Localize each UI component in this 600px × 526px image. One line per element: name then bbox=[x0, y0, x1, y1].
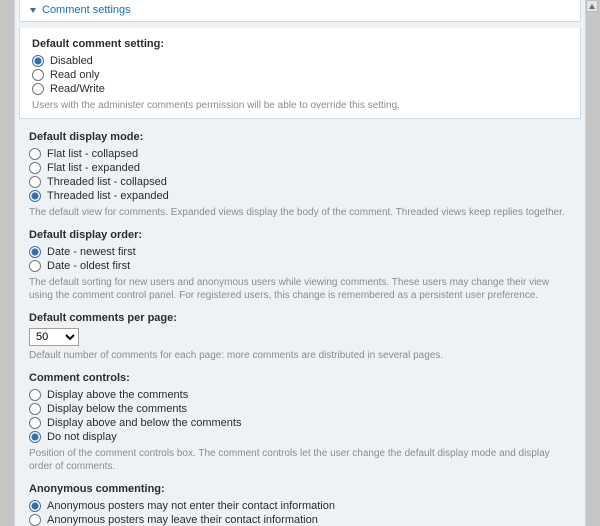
option-threaded-collapsed[interactable]: Threaded list - collapsed bbox=[29, 175, 571, 189]
radio-anon-may-not[interactable] bbox=[29, 500, 41, 512]
option-text: Display above and below the comments bbox=[47, 417, 241, 429]
option-text: Threaded list - collapsed bbox=[47, 176, 167, 188]
chevron-down-icon bbox=[30, 8, 36, 13]
radio-flat-collapsed[interactable] bbox=[29, 148, 41, 160]
option-flat-expanded[interactable]: Flat list - expanded bbox=[29, 161, 571, 175]
option-text: Do not display bbox=[47, 431, 117, 443]
settings-page: Comment settings Default comment setting… bbox=[14, 0, 586, 526]
option-date-newest[interactable]: Date - newest first bbox=[29, 245, 571, 259]
per-page-label: Default comments per page: bbox=[29, 312, 571, 324]
option-flat-collapsed[interactable]: Flat list - collapsed bbox=[29, 147, 571, 161]
radio-flat-expanded[interactable] bbox=[29, 162, 41, 174]
radio-read-only[interactable] bbox=[32, 69, 44, 81]
display-order-hint: The default sorting for new users and an… bbox=[29, 276, 571, 302]
option-above-below[interactable]: Display above and below the comments bbox=[29, 416, 571, 430]
option-text: Threaded list - expanded bbox=[47, 190, 169, 202]
option-text: Read/Write bbox=[50, 83, 105, 95]
radio-no-display[interactable] bbox=[29, 431, 41, 443]
radio-below[interactable] bbox=[29, 403, 41, 415]
display-mode-hint: The default view for comments. Expanded … bbox=[29, 206, 571, 219]
default-setting-label: Default comment setting: bbox=[32, 38, 568, 50]
display-mode-label: Default display mode: bbox=[29, 131, 571, 143]
radio-disabled[interactable] bbox=[32, 55, 44, 67]
option-text: Anonymous posters may leave their contac… bbox=[47, 514, 318, 526]
controls-label: Comment controls: bbox=[29, 372, 571, 384]
option-text: Read only bbox=[50, 69, 100, 81]
scroll-up-icon[interactable] bbox=[586, 0, 598, 12]
option-below[interactable]: Display below the comments bbox=[29, 402, 571, 416]
anonymous-block: Anonymous commenting: Anonymous posters … bbox=[15, 479, 585, 526]
display-mode-block: Default display mode: Flat list - collap… bbox=[15, 127, 585, 225]
radio-anon-may[interactable] bbox=[29, 514, 41, 526]
fieldset-header[interactable]: Comment settings bbox=[19, 0, 581, 22]
option-text: Disabled bbox=[50, 55, 93, 67]
option-text: Date - newest first bbox=[47, 246, 136, 258]
option-text: Anonymous posters may not enter their co… bbox=[47, 500, 335, 512]
option-date-oldest[interactable]: Date - oldest first bbox=[29, 259, 571, 273]
option-text: Display above the comments bbox=[47, 389, 188, 401]
display-order-label: Default display order: bbox=[29, 229, 571, 241]
default-setting-hint: Users with the administer comments permi… bbox=[32, 99, 568, 112]
option-threaded-expanded[interactable]: Threaded list - expanded bbox=[29, 189, 571, 203]
fieldset-title-link[interactable]: Comment settings bbox=[42, 4, 131, 16]
per-page-block: Default comments per page: 50 Default nu… bbox=[15, 308, 585, 368]
display-order-block: Default display order: Date - newest fir… bbox=[15, 225, 585, 308]
radio-date-oldest[interactable] bbox=[29, 260, 41, 272]
option-anon-may[interactable]: Anonymous posters may leave their contac… bbox=[29, 513, 571, 526]
radio-threaded-collapsed[interactable] bbox=[29, 176, 41, 188]
option-disabled[interactable]: Disabled bbox=[32, 54, 568, 68]
radio-above[interactable] bbox=[29, 389, 41, 401]
per-page-select[interactable]: 50 bbox=[29, 328, 79, 346]
radio-threaded-expanded[interactable] bbox=[29, 190, 41, 202]
radio-date-newest[interactable] bbox=[29, 246, 41, 258]
controls-hint: Position of the comment controls box. Th… bbox=[29, 447, 571, 473]
radio-read-write[interactable] bbox=[32, 83, 44, 95]
option-text: Flat list - expanded bbox=[47, 162, 140, 174]
default-comment-setting-block: Default comment setting: Disabled Read o… bbox=[19, 28, 581, 119]
radio-above-below[interactable] bbox=[29, 417, 41, 429]
option-anon-may-not[interactable]: Anonymous posters may not enter their co… bbox=[29, 499, 571, 513]
option-read-only[interactable]: Read only bbox=[32, 68, 568, 82]
option-text: Display below the comments bbox=[47, 403, 187, 415]
per-page-hint: Default number of comments for each page… bbox=[29, 349, 571, 362]
option-text: Date - oldest first bbox=[47, 260, 130, 272]
anonymous-label: Anonymous commenting: bbox=[29, 483, 571, 495]
option-no-display[interactable]: Do not display bbox=[29, 430, 571, 444]
controls-block: Comment controls: Display above the comm… bbox=[15, 368, 585, 479]
option-text: Flat list - collapsed bbox=[47, 148, 138, 160]
option-read-write[interactable]: Read/Write bbox=[32, 82, 568, 96]
option-above[interactable]: Display above the comments bbox=[29, 388, 571, 402]
